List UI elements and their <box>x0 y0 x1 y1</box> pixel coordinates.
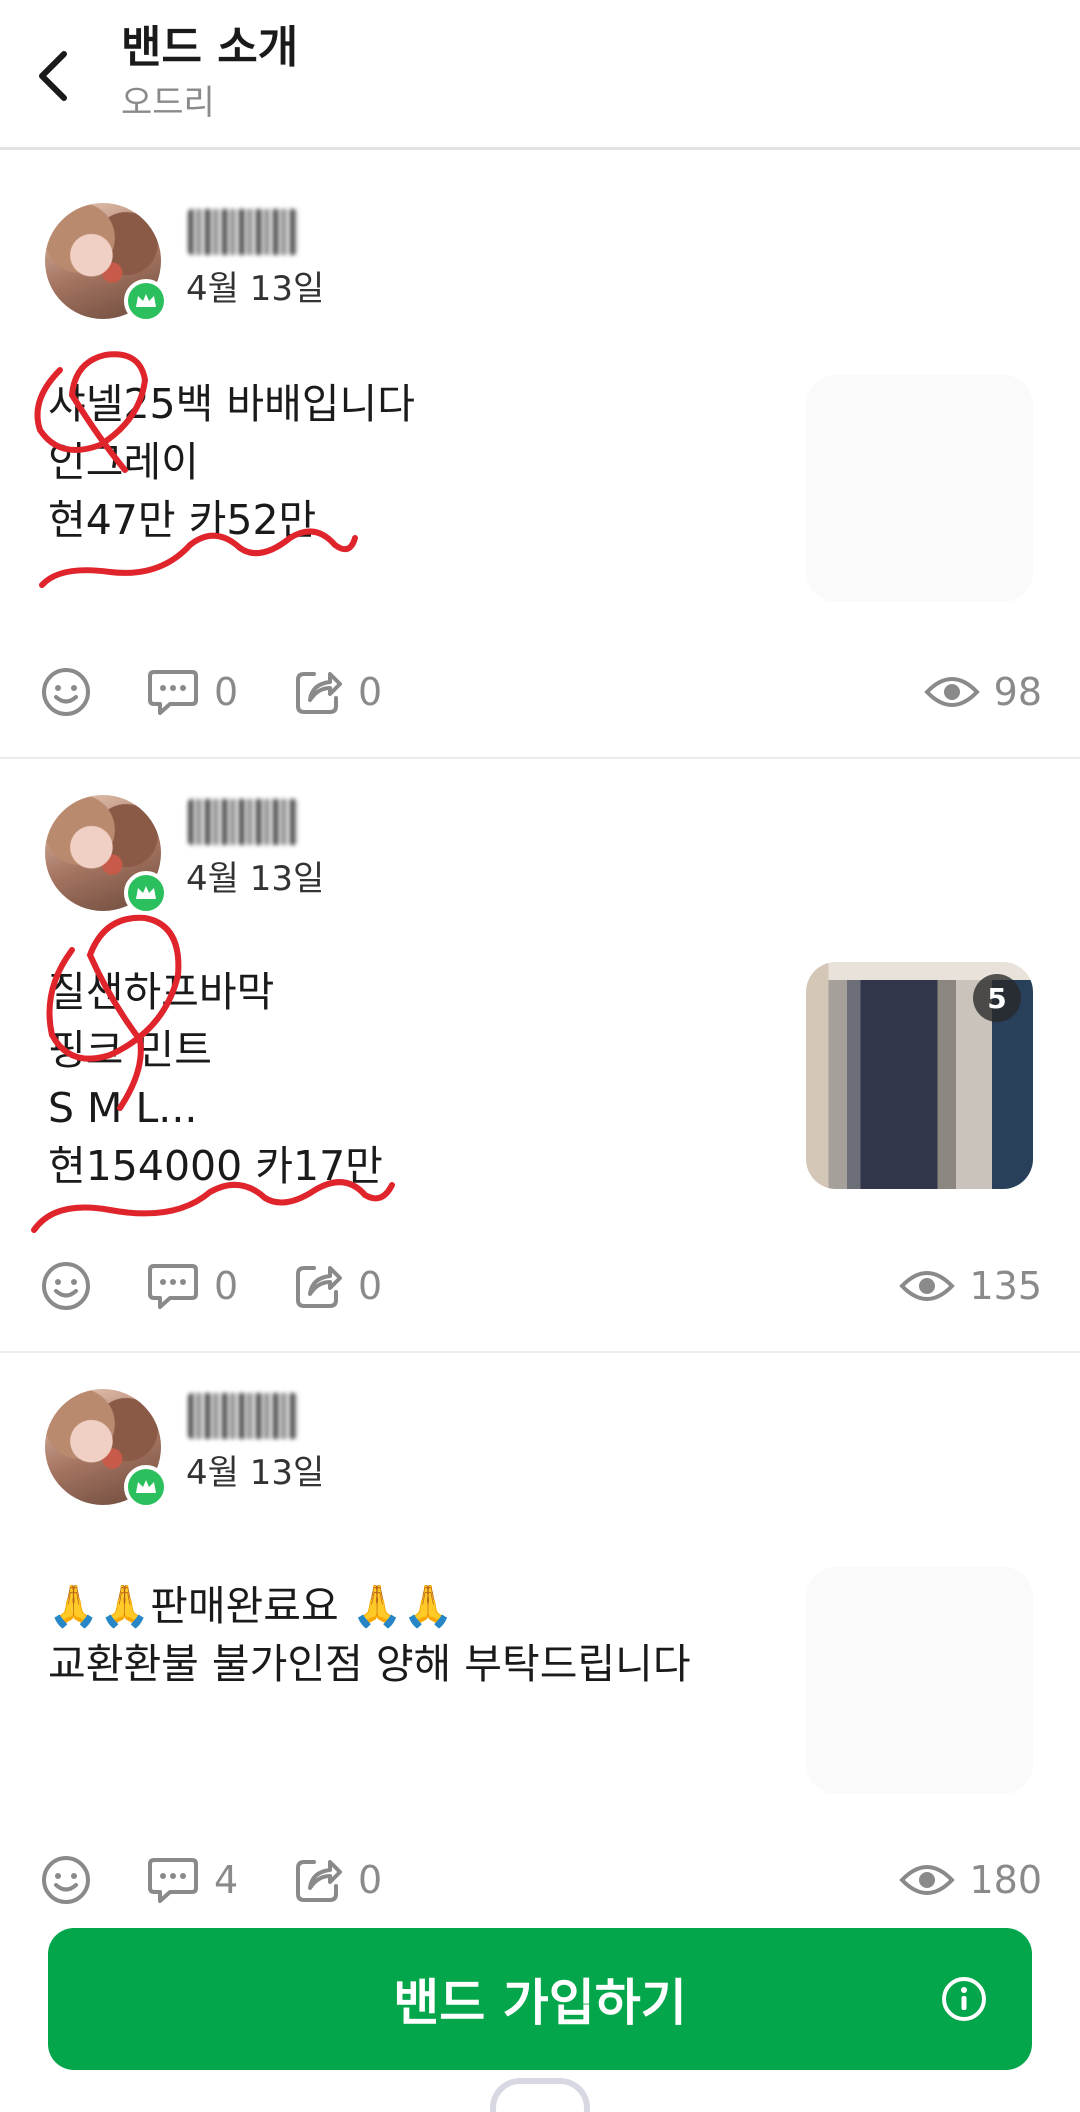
comment-count: 0 <box>214 670 239 714</box>
post-card[interactable]: 4월 13일 질샌하프바막 핑크 민트 S M L... 현154000 카17… <box>0 759 1080 1351</box>
join-band-label: 밴드 가입하기 <box>393 1974 687 2032</box>
chevron-left-icon <box>39 51 67 101</box>
post-date: 4월 13일 <box>186 859 325 899</box>
post-line: 질샌하프바막 <box>48 968 275 1016</box>
post-card[interactable]: 4월 13일 🙏🙏판매완료요 🙏🙏 교환환불 불가인점 양해 부탁드립니다 4 … <box>0 1353 1080 1953</box>
post-line: 핑크 민트 <box>48 1026 212 1074</box>
share-icon <box>296 672 342 714</box>
bottom-nav-peek <box>490 2078 590 2112</box>
post-line: 🙏🙏판매완료요 🙏🙏 <box>48 1582 454 1630</box>
leader-badge <box>124 871 168 915</box>
page-title: 밴드 소개 <box>121 22 299 73</box>
view-count-value: 135 <box>969 1264 1042 1308</box>
comment-bubble-icon <box>148 1264 198 1309</box>
comment-count: 0 <box>214 1264 239 1308</box>
thumbnail-placeholder <box>806 1567 1033 1794</box>
author-name-blurred <box>188 1393 298 1439</box>
thumbnail-placeholder <box>806 375 1033 602</box>
post-line: 샤넬25백 바배입니다 <box>48 380 415 428</box>
post-line: 현154000 카17만 <box>48 1142 383 1190</box>
comment-count: 4 <box>214 1858 239 1902</box>
post-date: 4월 13일 <box>186 269 325 309</box>
share-count: 0 <box>358 670 383 714</box>
eye-icon <box>899 1271 956 1301</box>
post-action-bar: 0 0 135 <box>0 1256 1080 1316</box>
post-line: 인그레이 <box>48 438 199 486</box>
eye-icon <box>899 1865 956 1895</box>
author-name-blurred <box>188 799 298 845</box>
post-card[interactable]: 4월 13일 샤넬25백 바배입니다 인그레이 현47만 카52만 0 0 98 <box>0 165 1080 757</box>
post-body[interactable]: 질샌하프바막 핑크 민트 S M L... 현154000 카17만 <box>48 963 383 1195</box>
photo-count-badge: 5 <box>973 974 1021 1022</box>
comment-button[interactable]: 0 <box>146 662 238 722</box>
comment-bubble-icon <box>148 1858 198 1903</box>
leader-badge <box>124 1465 168 1509</box>
band-name: 오드리 <box>121 83 215 123</box>
band-intro-screen: 밴드 소개 오드리 4월 13일 샤넬25백 바배입니다 인그레이 현47만 카… <box>0 0 1080 2112</box>
post-feed: 4월 13일 샤넬25백 바배입니다 인그레이 현47만 카52만 0 0 98… <box>0 165 1080 1953</box>
share-button[interactable]: 0 <box>292 1256 382 1316</box>
crown-icon <box>136 1480 156 1493</box>
comment-button[interactable]: 4 <box>146 1850 238 1910</box>
eye-icon <box>923 677 980 707</box>
reaction-button[interactable] <box>40 1256 92 1316</box>
smile-icon <box>42 668 90 716</box>
share-icon <box>296 1860 342 1902</box>
smile-icon <box>42 1262 90 1310</box>
back-button[interactable] <box>22 36 86 116</box>
comment-bubble-icon <box>148 670 198 715</box>
view-count: 135 <box>899 1256 1042 1316</box>
view-count: 98 <box>923 662 1042 722</box>
share-button[interactable]: 0 <box>292 1850 382 1910</box>
smile-icon <box>42 1856 90 1904</box>
reaction-button[interactable] <box>40 662 92 722</box>
top-app-bar: 밴드 소개 오드리 <box>0 0 1080 150</box>
post-line: 현47만 카52만 <box>48 496 317 544</box>
post-action-bar: 0 0 98 <box>0 662 1080 722</box>
share-icon <box>296 1266 342 1308</box>
view-count-value: 180 <box>969 1858 1042 1902</box>
leader-badge <box>124 279 168 323</box>
share-count: 0 <box>358 1264 383 1308</box>
author-name-blurred <box>188 209 298 255</box>
post-body[interactable]: 🙏🙏판매완료요 🙏🙏 교환환불 불가인점 양해 부탁드립니다 <box>48 1577 691 1693</box>
post-thumbnail[interactable]: 5 <box>806 962 1033 1189</box>
join-band-button[interactable]: 밴드 가입하기 <box>48 1928 1032 2070</box>
post-action-bar: 4 0 180 <box>0 1850 1080 1910</box>
post-date: 4월 13일 <box>186 1453 325 1493</box>
share-button[interactable]: 0 <box>292 662 382 722</box>
info-icon[interactable] <box>940 1975 988 2023</box>
reaction-button[interactable] <box>40 1850 92 1910</box>
post-body[interactable]: 샤넬25백 바배입니다 인그레이 현47만 카52만 <box>48 375 415 549</box>
share-count: 0 <box>358 1858 383 1902</box>
crown-icon <box>136 886 156 899</box>
post-line: S M L... <box>48 1084 198 1132</box>
view-count-value: 98 <box>993 670 1042 714</box>
view-count: 180 <box>899 1850 1042 1910</box>
post-line: 교환환불 불가인점 양해 부탁드립니다 <box>48 1640 691 1688</box>
comment-button[interactable]: 0 <box>146 1256 238 1316</box>
crown-icon <box>136 294 156 307</box>
